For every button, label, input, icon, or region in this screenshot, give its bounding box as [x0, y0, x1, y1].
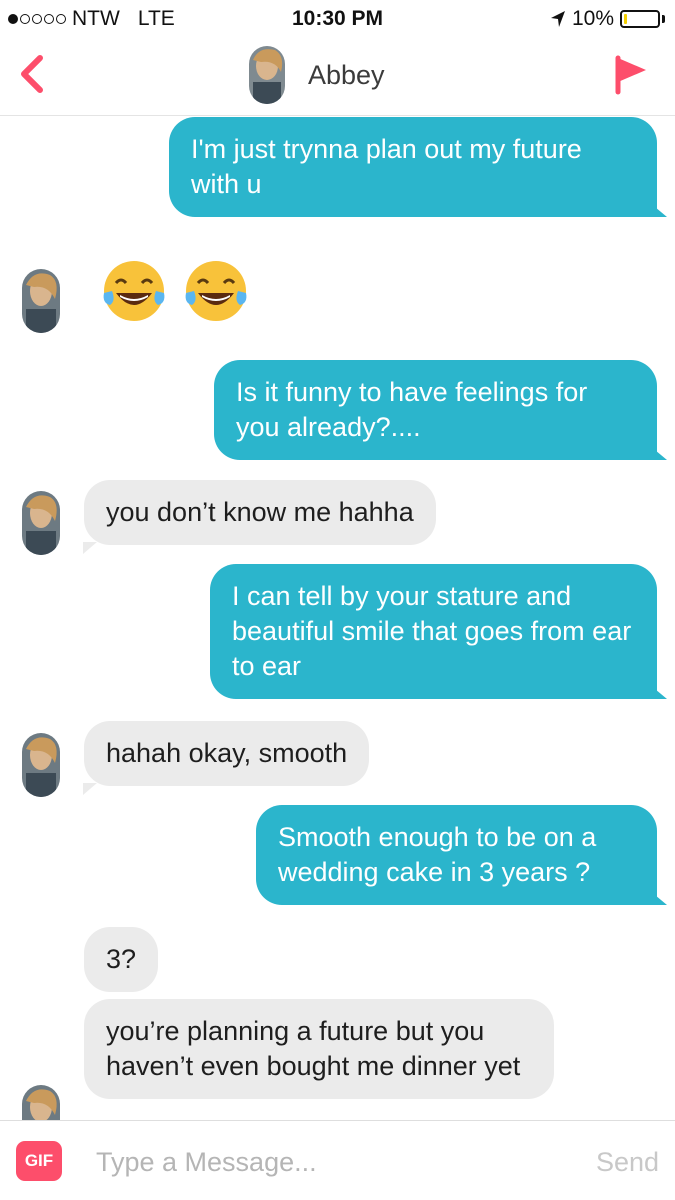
- tears-of-joy-emoji-icon: [103, 261, 165, 321]
- message-composer: GIF Send: [0, 1120, 675, 1200]
- battery-level: [624, 14, 627, 24]
- status-right: 10%: [550, 7, 665, 31]
- back-button[interactable]: [12, 52, 52, 96]
- contact-avatar[interactable]: [249, 46, 285, 104]
- message-input[interactable]: [84, 1139, 564, 1185]
- message-incoming[interactable]: you don’t know me hahha: [83, 480, 436, 554]
- gif-button[interactable]: GIF: [16, 1141, 62, 1181]
- chevron-left-icon: [21, 55, 43, 93]
- report-button[interactable]: [612, 52, 652, 96]
- message-outgoing[interactable]: I can tell by your stature and beautiful…: [210, 564, 667, 699]
- location-arrow-icon: [550, 11, 565, 27]
- message-outgoing[interactable]: Is it funny to have feelings for you alr…: [214, 360, 667, 460]
- sender-avatar[interactable]: [22, 1085, 60, 1120]
- chat-header: Abbey: [0, 38, 675, 116]
- battery-tip: [662, 15, 665, 23]
- sender-avatar[interactable]: [22, 733, 60, 797]
- battery-icon: [620, 10, 660, 28]
- sender-avatar[interactable]: [22, 269, 60, 333]
- status-bar: NTW LTE 10:30 PM 10%: [0, 0, 675, 38]
- tears-of-joy-emoji-icon: [185, 261, 247, 321]
- flag-icon: [615, 55, 646, 95]
- message-list[interactable]: I'm just trynna plan out my future with …: [0, 117, 675, 1120]
- message-incoming[interactable]: you’re planning a future but you haven’t…: [84, 999, 554, 1099]
- sender-avatar[interactable]: [22, 491, 60, 555]
- send-button[interactable]: Send: [596, 1147, 659, 1178]
- message-incoming-emoji[interactable]: [100, 257, 250, 325]
- battery-percent: 10%: [571, 7, 614, 30]
- message-incoming[interactable]: hahah okay, smooth: [82, 721, 370, 795]
- contact-name[interactable]: Abbey: [308, 60, 385, 91]
- message-outgoing[interactable]: I'm just trynna plan out my future with …: [169, 117, 667, 217]
- message-incoming[interactable]: 3?: [84, 927, 159, 992]
- message-outgoing[interactable]: Smooth enough to be on a wedding cake in…: [256, 805, 667, 905]
